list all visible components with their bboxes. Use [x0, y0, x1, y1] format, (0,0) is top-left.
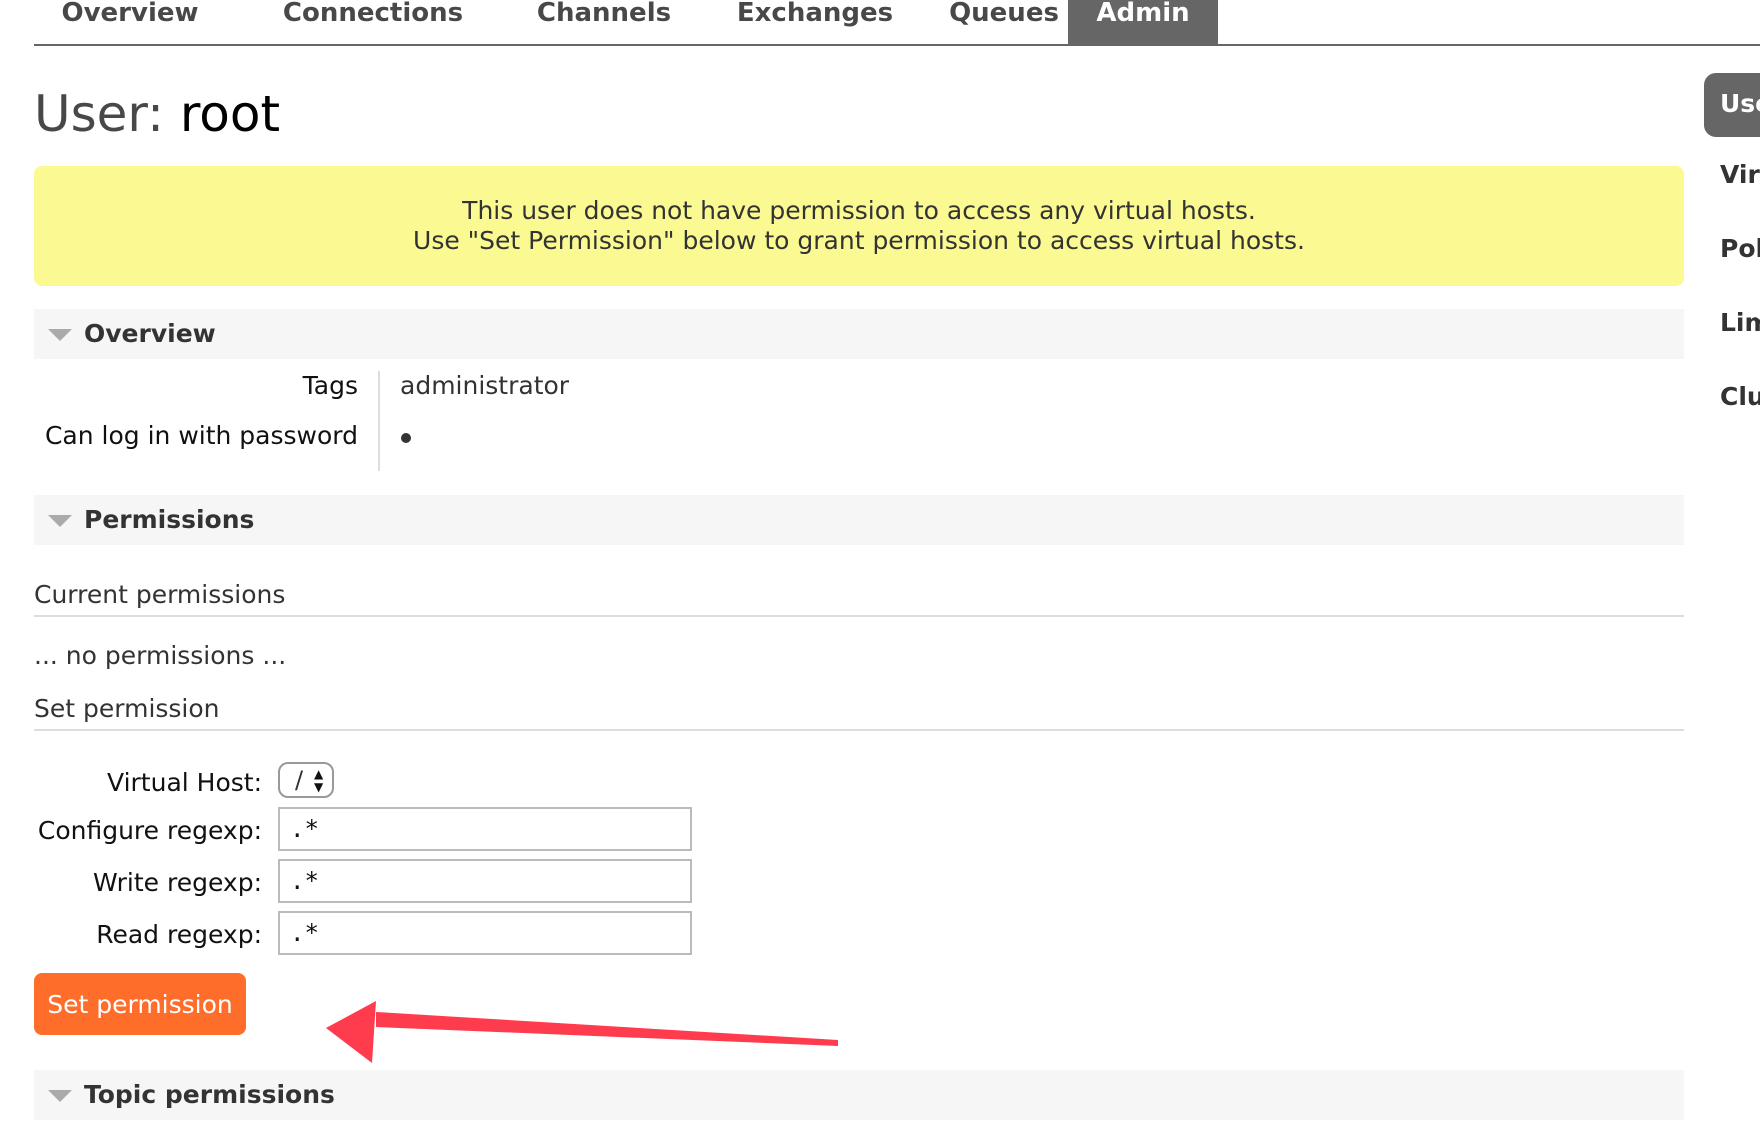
- arrow-head: [326, 1001, 376, 1063]
- sidebar-item-virtual-hosts[interactable]: Virtual Hosts: [1720, 160, 1760, 189]
- section-topic-permissions-header[interactable]: Topic permissions: [34, 1070, 1684, 1120]
- sidebar-item-users[interactable]: Users: [1704, 73, 1760, 137]
- collapse-triangle-icon: [48, 1090, 72, 1102]
- arrow-shaft: [376, 1012, 838, 1046]
- sidebar-item-cluster[interactable]: Cluster: [1720, 382, 1760, 411]
- sidebar-item-policies[interactable]: Policies: [1720, 234, 1760, 263]
- section-topic-permissions-title: Topic permissions: [84, 1080, 335, 1109]
- annotation-arrow-icon: [326, 1001, 838, 1063]
- sidebar-item-limits[interactable]: Limits: [1720, 308, 1760, 337]
- sidebar-item-label: Users: [1720, 89, 1760, 118]
